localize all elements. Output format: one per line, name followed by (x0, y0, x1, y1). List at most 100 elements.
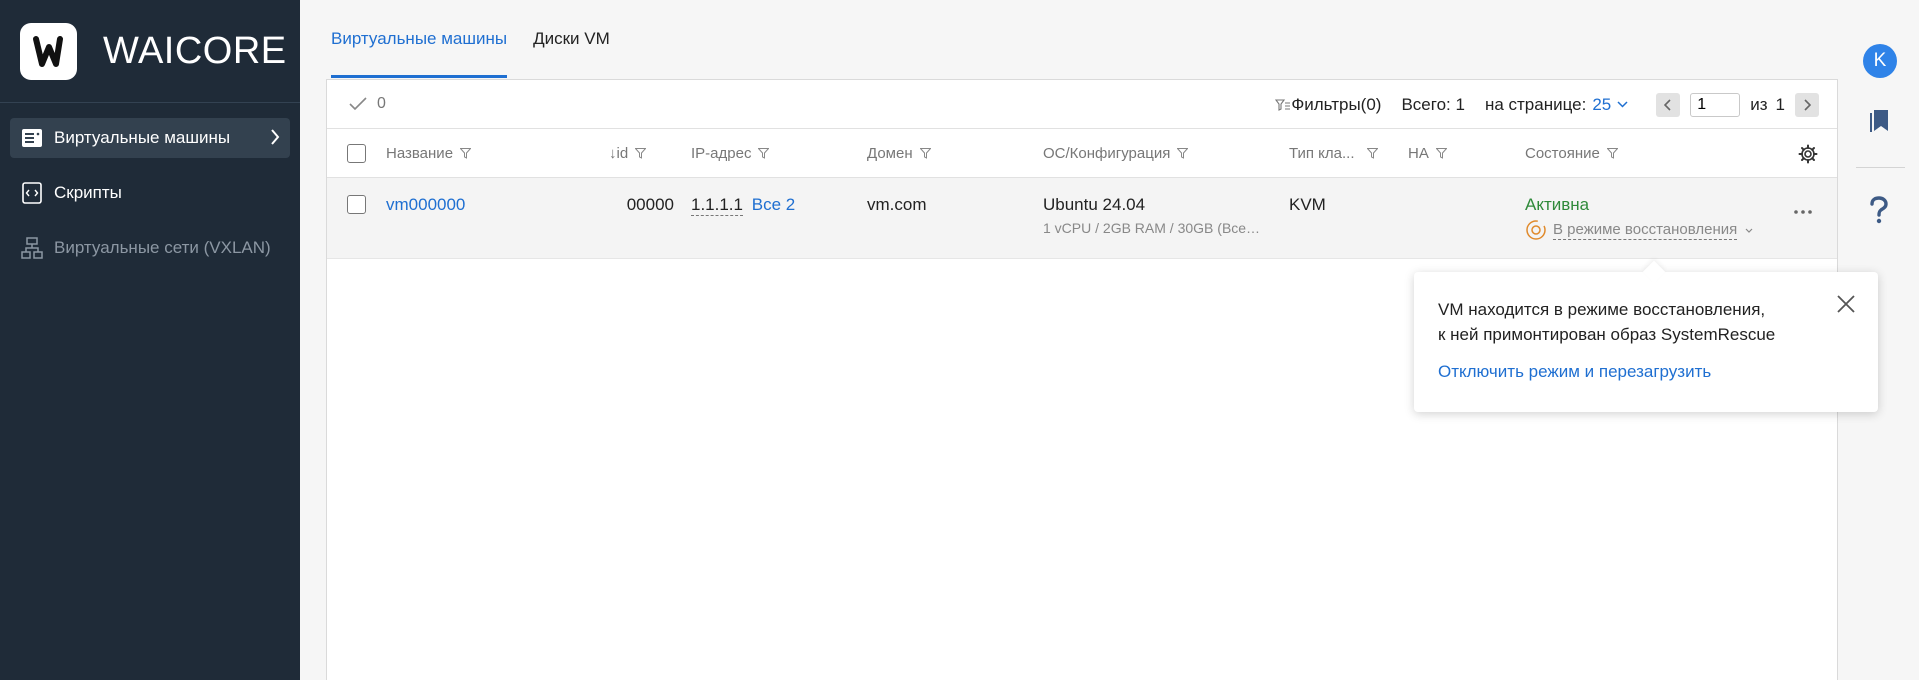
column-label: Название (386, 145, 454, 162)
gear-icon (1798, 144, 1818, 163)
sidebar-item-label: Скрипты (54, 183, 122, 202)
table-toolbar: 0 Фильтры(0) Всего: 1 на странице: 25 1 … (327, 80, 1837, 129)
column-label: Состояние (1525, 145, 1600, 162)
recovery-mode-toggle[interactable]: В режиме восстановления (1525, 219, 1753, 241)
popover-message: VM находится в режиме восстановления, к … (1438, 297, 1854, 347)
per-page-select[interactable]: 25 (1592, 95, 1628, 115)
column-domain[interactable]: Домен (867, 129, 931, 178)
pagination: из 1 (1656, 92, 1819, 117)
table-header: Название ↓id IP-адрес Домен ОС/Конфигура… (327, 129, 1837, 178)
chevron-right-icon (270, 128, 280, 151)
brand: WAICORE (0, 0, 300, 103)
tab-vm-disks[interactable]: Диски VM (533, 0, 610, 78)
network-icon (18, 234, 46, 262)
brand-name: WAICORE (103, 29, 287, 72)
recovery-mode-popover: VM находится в режиме восстановления, к … (1414, 272, 1878, 412)
filter-funnel-icon[interactable] (1366, 148, 1378, 159)
sidebar-item-scripts[interactable]: Скрипты (10, 173, 290, 213)
row-checkbox-cell (347, 195, 366, 214)
help-button[interactable] (1868, 196, 1890, 229)
script-icon (18, 179, 46, 207)
table-row[interactable]: vm000000 00000 1.1.1.1 Все 2 vm.com Ubun… (327, 178, 1837, 259)
select-all-cell (347, 129, 366, 178)
column-state[interactable]: Состояние (1525, 129, 1618, 178)
per-page: на странице: 25 (1485, 95, 1628, 115)
filter-funnel-icon[interactable] (460, 148, 472, 159)
chevron-left-icon (1664, 98, 1671, 111)
column-label: ОС/Конфигурация (1043, 145, 1171, 162)
filter-icon (1275, 98, 1291, 111)
row-more-button[interactable] (1793, 200, 1813, 220)
sidebar-item-label: Виртуальные машины (54, 128, 231, 147)
vm-os-cell: Ubuntu 24.04 1 vCPU / 2GB RAM / 30GB (Вс… (1043, 195, 1267, 236)
disable-recovery-reboot-link[interactable]: Отключить режим и перезагрузить (1438, 362, 1711, 382)
column-label: ↓id (609, 145, 629, 162)
page-total: 1 (1775, 94, 1785, 114)
select-all-checkbox[interactable] (347, 144, 366, 163)
filter-funnel-icon[interactable] (1606, 148, 1618, 159)
vm-ip-all-link[interactable]: Все 2 (752, 195, 795, 214)
column-ha[interactable]: HA (1408, 129, 1447, 178)
chevron-down-icon (1745, 228, 1753, 233)
rail-divider (1856, 167, 1905, 168)
recovery-icon (1526, 220, 1546, 240)
status-badge: Активна (1525, 195, 1590, 214)
filter-funnel-icon[interactable] (758, 148, 770, 159)
column-name[interactable]: Название (386, 129, 472, 178)
vm-name-link[interactable]: vm000000 (386, 195, 465, 215)
column-id[interactable]: ↓id (609, 129, 647, 178)
filters-label: Фильтры(0) (1291, 94, 1382, 114)
vm-config: 1 vCPU / 2GB RAM / 30GB (Все… (1043, 220, 1261, 236)
column-label: HA (1408, 145, 1429, 162)
logo[interactable] (20, 22, 77, 80)
per-page-label: на странице: (1484, 94, 1587, 114)
check-icon (349, 97, 367, 111)
bookmarks-button[interactable] (1868, 108, 1892, 139)
vm-id: 00000 (626, 195, 674, 214)
filter-funnel-icon[interactable] (1177, 148, 1189, 159)
vm-os: Ubuntu 24.04 (1043, 195, 1146, 214)
sidebar-item-virtual-networks[interactable]: Виртуальные сети (VXLAN) (10, 228, 290, 268)
server-icon (18, 124, 46, 152)
popover-line: VM находится в режиме восстановления, (1438, 300, 1766, 319)
more-horizontal-icon (1794, 210, 1812, 214)
logo-icon (32, 36, 63, 67)
page-input[interactable] (1690, 92, 1741, 117)
column-ip[interactable]: IP-адрес (691, 129, 770, 178)
vm-ip[interactable]: 1.1.1.1 (691, 195, 743, 216)
vm-name: vm000000 (386, 195, 466, 214)
sidebar: WAICORE Виртуальные машины Скрипты Вирту… (0, 0, 300, 680)
avatar[interactable]: K (1863, 44, 1897, 78)
sidebar-item-virtual-machines[interactable]: Виртуальные машины (10, 118, 290, 158)
row-checkbox[interactable] (347, 195, 366, 214)
right-rail: K (1856, 0, 1919, 680)
prev-page-button[interactable] (1656, 92, 1681, 117)
column-label: Домен (867, 145, 913, 162)
column-label: Тип кла... (1289, 145, 1355, 162)
filter-funnel-icon[interactable] (919, 148, 931, 159)
bookmark-icon (1870, 110, 1888, 132)
vm-domain: vm.com (867, 195, 927, 214)
vm-ip-cell: 1.1.1.1 Все 2 (691, 195, 795, 216)
vm-state-cell: Активна В режиме восстановления (1525, 195, 1753, 241)
filter-funnel-icon[interactable] (1435, 148, 1447, 159)
sidebar-item-label: Виртуальные сети (VXLAN) (54, 238, 271, 257)
popover-line: к ней примонтирован образ SystemRescue (1438, 325, 1776, 344)
tabs: Виртуальные машины Диски VM (331, 0, 636, 78)
selection-count: 0 (349, 95, 386, 113)
filters-button[interactable]: Фильтры(0) (1275, 95, 1381, 115)
toolbar-controls: Фильтры(0) Всего: 1 на странице: 25 1 из… (1255, 80, 1819, 129)
page-of-label: из (1750, 94, 1768, 114)
column-type[interactable]: Тип кла... (1289, 129, 1378, 178)
next-page-button[interactable] (1795, 92, 1819, 117)
table-settings-button[interactable] (1798, 129, 1818, 178)
close-icon (1837, 295, 1855, 313)
popover-close-button[interactable] (1836, 294, 1856, 319)
sidebar-nav: Виртуальные машины Скрипты Виртуальные с… (0, 103, 300, 268)
recovery-label: В режиме восстановления (1553, 220, 1738, 240)
tab-virtual-machines[interactable]: Виртуальные машины (331, 0, 508, 78)
total-count: Всего: 1 (1401, 94, 1465, 114)
filter-funnel-icon[interactable] (635, 148, 647, 159)
column-os[interactable]: ОС/Конфигурация (1043, 129, 1189, 178)
chevron-right-icon (1804, 98, 1811, 111)
